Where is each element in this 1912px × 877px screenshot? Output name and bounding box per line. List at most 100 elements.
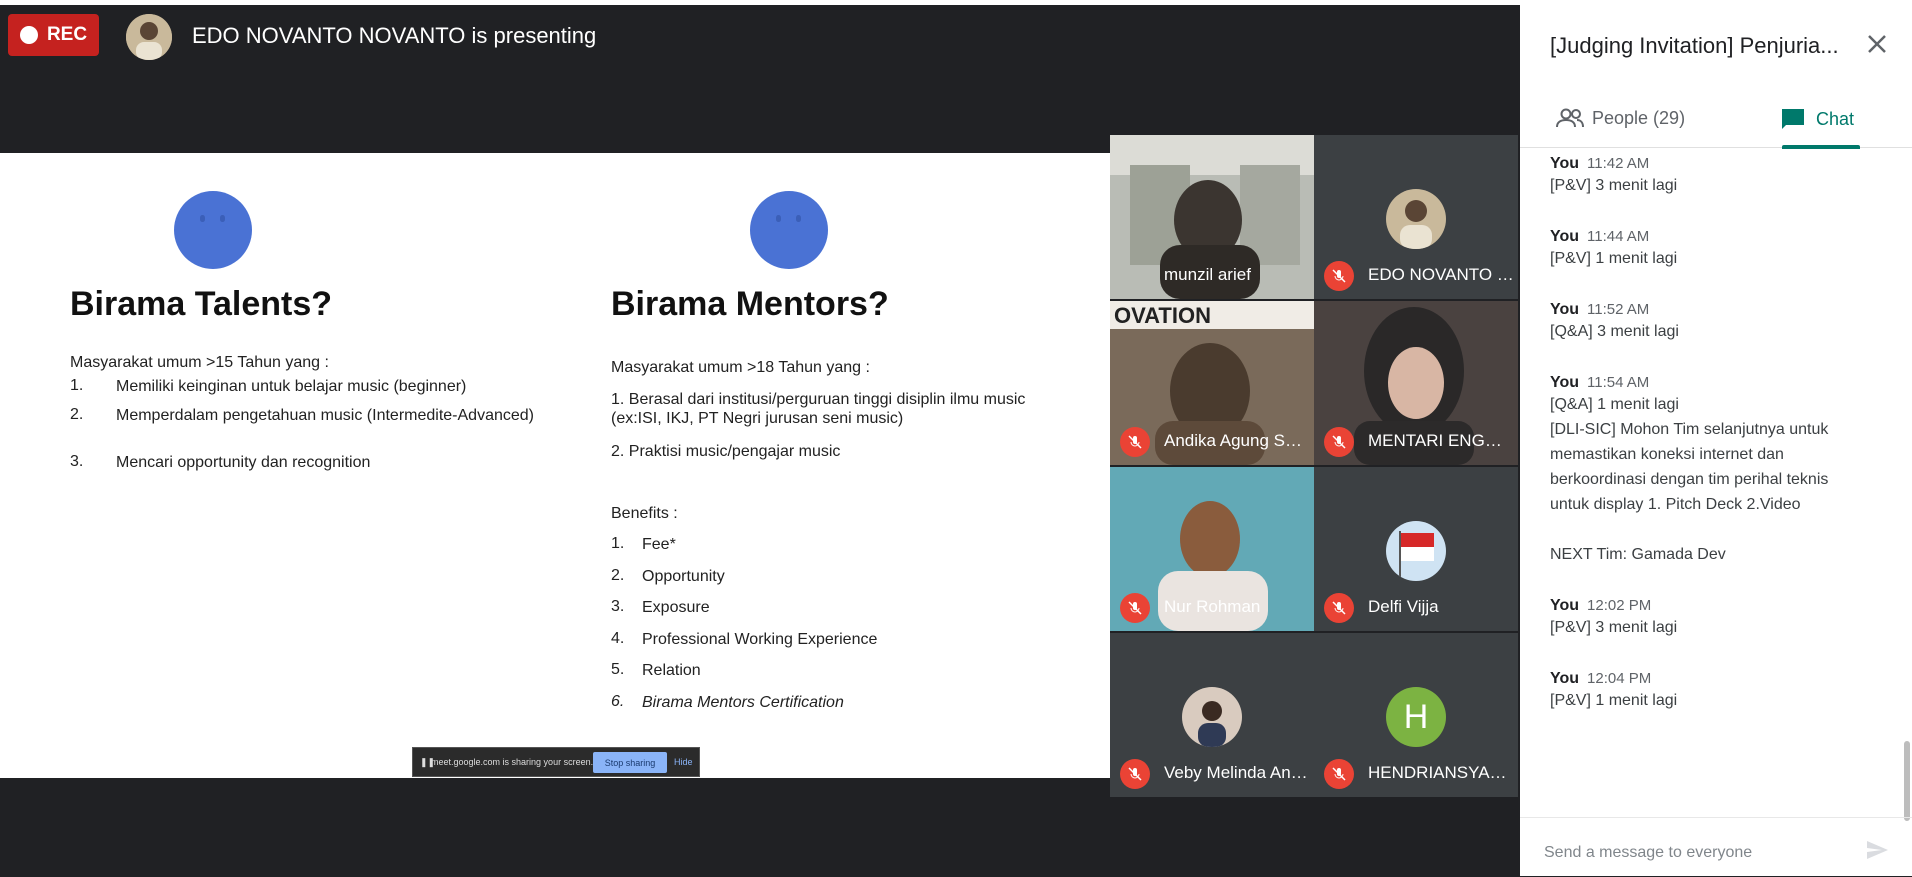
benefits-label: Benefits : [611, 505, 678, 522]
talents-intro: Masyarakat umum >15 Tahun yang : [70, 354, 329, 371]
benefit-item: Birama Mentors Certification [642, 694, 844, 711]
meeting-title: [Judging Invitation] Penjuria... [1550, 33, 1839, 58]
message-sender: You [1550, 374, 1580, 391]
message-text: [P&V] 3 menit lagi [1550, 177, 1678, 194]
message-text: [P&V] 3 menit lagi [1550, 619, 1678, 636]
smiley-icon-right [750, 191, 828, 269]
chat-compose: Send a message to everyone [1520, 817, 1912, 877]
participant-tile[interactable]: MENTARI ENGGA... [1314, 301, 1518, 465]
side-panel: [Judging Invitation] Penjuria... People … [1520, 5, 1912, 876]
share-message: meet.google.com is sharing your screen. [431, 757, 594, 767]
message-sender: You [1550, 228, 1580, 245]
message-text: [Q&A] 1 menit lagi [1550, 396, 1679, 413]
chat-message: You 12:04 PM [P&V] 1 menit lagi [1550, 670, 1890, 713]
message-text: [DLI-SIC] Mohon Tim selanjutnya untuk [1550, 421, 1829, 438]
mic-off-icon [1324, 261, 1354, 291]
mic-off-icon [1120, 759, 1150, 789]
benefit-number: 3. [611, 598, 625, 616]
heading-talents: Birama Talents? [70, 285, 333, 323]
mentors-item-1: 1. Berasal dari institusi/perguruan ting… [611, 391, 1026, 427]
benefit-number: 5. [611, 661, 625, 679]
message-time: 11:52 AM [1587, 301, 1650, 318]
close-icon[interactable] [1862, 29, 1892, 59]
benefit-item: Fee* [642, 536, 676, 553]
mic-off-icon [1324, 427, 1354, 457]
message-text: [P&V] 1 menit lagi [1550, 250, 1678, 267]
message-text: untuk display 1. Pitch Deck 2.Video [1550, 496, 1801, 513]
recording-label: REC [46, 24, 88, 45]
message-time: 12:02 PM [1587, 597, 1652, 614]
send-icon[interactable] [1865, 838, 1889, 862]
shared-slide: Birama Talents? Masyarakat umum >15 Tahu… [0, 153, 1110, 778]
list-item: Mencari opportunity dan recognition [116, 454, 371, 471]
tab-chat[interactable]: Chat [1780, 107, 1854, 131]
message-input[interactable]: Send a message to everyone [1544, 844, 1752, 862]
participant-name: Nur Rohman [1164, 597, 1261, 616]
participant-name: Andika Agung Sut... [1164, 431, 1310, 450]
participant-tile[interactable]: EDO NOVANTO N... [1314, 135, 1518, 299]
list-item: Memiliki keinginan untuk belajar music (… [116, 378, 467, 395]
participant-avatar [1386, 189, 1446, 249]
message-text [1550, 517, 1890, 542]
heading-mentors: Birama Mentors? [611, 285, 889, 323]
chat-message: You 11:54 AM [Q&A] 1 menit lagi [DLI-SIC] M… [1550, 374, 1890, 567]
benefit-number: 2. [611, 566, 625, 584]
message-text: [Q&A] 3 menit lagi [1550, 323, 1679, 340]
chat-scrollbar[interactable] [1904, 741, 1910, 821]
message-time: 12:04 PM [1587, 670, 1652, 687]
chat-message: You 11:42 AM [P&V] 3 menit lagi [1550, 155, 1890, 198]
message-text: [P&V] 1 menit lagi [1550, 692, 1678, 709]
participant-tile[interactable]: Nur Rohman [1110, 467, 1314, 631]
mic-off-icon [1324, 759, 1354, 789]
list-number: 2. [70, 406, 84, 423]
list-number: 3. [70, 453, 84, 470]
mic-off-icon [1120, 593, 1150, 623]
recording-badge: REC [8, 14, 99, 56]
tab-people[interactable]: People (29) [1556, 107, 1685, 129]
participant-name: EDO NOVANTO N... [1368, 265, 1514, 284]
smiley-icon-left [174, 191, 252, 269]
hide-button[interactable]: Hide [674, 757, 693, 767]
list-item: Memperdalam pengetahuan music (Intermedi… [116, 407, 534, 424]
people-icon [1556, 108, 1584, 128]
participant-tile[interactable]: H HENDRIANSYAH ... [1314, 633, 1518, 797]
mentors-intro: Masyarakat umum >18 Tahun yang : [611, 359, 870, 376]
message-text: berkoordinasi dengan tim perihal teknis [1550, 471, 1829, 488]
list-number: 1. [70, 377, 84, 394]
message-time: 11:44 AM [1587, 228, 1650, 245]
mentors-item-2: 2. Praktisi music/pengajar music [611, 443, 841, 460]
tab-chat-label: Chat [1816, 108, 1855, 129]
panel-tabs: People (29) Chat [1520, 87, 1912, 148]
chat-message: You 11:52 AM [Q&A] 3 menit lagi [1550, 301, 1890, 344]
participant-name: MENTARI ENGGA... [1368, 431, 1514, 450]
message-sender: You [1550, 597, 1580, 614]
record-dot-icon [19, 26, 38, 44]
participant-tile[interactable]: OVATION Andika Agung Sut... [1110, 301, 1314, 465]
participant-initial-avatar: H [1386, 687, 1446, 747]
chat-messages: You 11:42 AM [P&V] 3 menit lagi You 11:44 AM… [1550, 155, 1890, 743]
message-sender: You [1550, 301, 1580, 318]
participant-name: Delfi Vijja [1368, 597, 1439, 616]
flag-avatar [1386, 521, 1446, 581]
participant-tile[interactable]: Delfi Vijja [1314, 467, 1518, 631]
message-text: memastikan koneksi internet dan [1550, 446, 1784, 463]
chat-message: You 12:02 PM [P&V] 3 menit lagi [1550, 597, 1890, 640]
stop-sharing-button[interactable]: Stop sharing [593, 752, 667, 773]
presenter-avatar [126, 14, 172, 60]
benefit-number: 4. [611, 629, 625, 647]
mic-off-icon [1120, 427, 1150, 457]
participant-avatar [1182, 687, 1242, 747]
chat-message: You 11:44 AM [P&V] 1 menit lagi [1550, 228, 1890, 271]
participant-name: Veby Melinda Ann... [1164, 763, 1310, 782]
participant-name: HENDRIANSYAH ... [1368, 763, 1514, 782]
message-sender: You [1550, 670, 1580, 687]
message-sender: You [1550, 155, 1580, 172]
participant-tile[interactable]: Veby Melinda Ann... [1110, 633, 1314, 797]
svg-text:OVATION: OVATION [1114, 303, 1211, 328]
participant-tile[interactable]: munzil arief [1110, 135, 1314, 299]
participant-name: munzil arief [1164, 265, 1251, 284]
benefit-item: Professional Working Experience [642, 630, 878, 648]
active-tab-indicator [1782, 145, 1860, 149]
message-time: 11:54 AM [1587, 374, 1650, 391]
benefit-number: 1. [611, 535, 625, 552]
